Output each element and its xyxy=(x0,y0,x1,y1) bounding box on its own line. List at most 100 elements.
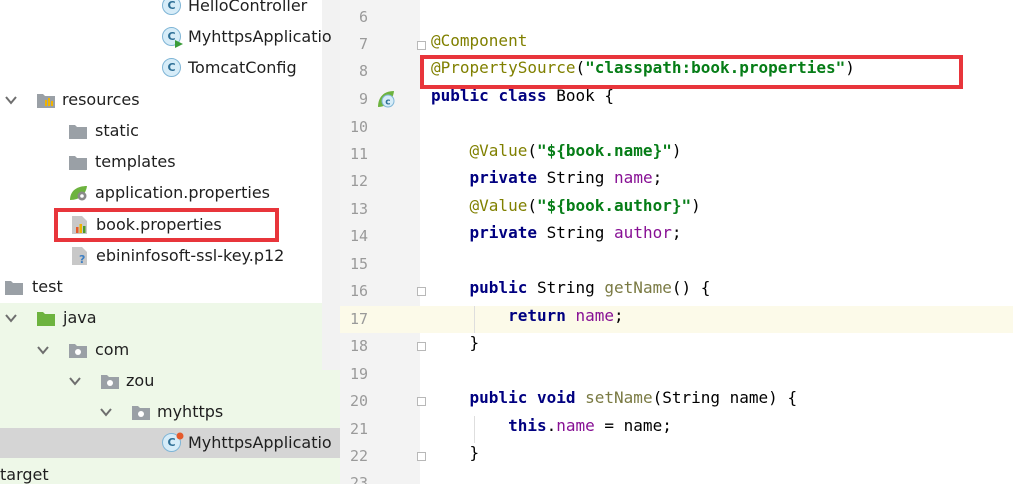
properties-file-icon xyxy=(72,216,87,234)
type-token: String xyxy=(546,168,605,187)
paren-token: ( xyxy=(527,141,537,160)
svg-text:?: ? xyxy=(79,253,85,265)
tree-item-label: static xyxy=(95,121,139,140)
tree-item-label: java xyxy=(63,308,97,327)
line-number: 7 xyxy=(358,35,368,53)
java-class-icon: C xyxy=(162,58,181,77)
brace-token: { xyxy=(604,86,615,105)
line-number: 9 xyxy=(358,90,368,108)
tree-item-static[interactable]: static xyxy=(0,117,322,145)
code-editor[interactable]: 6 7 8 9 10 11 12 13 14 15 16 17 18 19 20… xyxy=(340,0,1013,484)
tree-item-label: resources xyxy=(62,90,140,109)
string-token: "${book.author}" xyxy=(536,196,692,215)
tree-item-zou[interactable]: zou xyxy=(0,367,322,395)
test-source-folder-icon xyxy=(37,312,55,326)
chevron-down-icon[interactable] xyxy=(37,344,49,356)
fold-marker-icon[interactable] xyxy=(417,41,426,50)
semicolon-token: ; xyxy=(614,306,624,325)
tree-item-tomcat-config[interactable]: C TomcatConfig xyxy=(0,54,322,82)
string-token: "${book.name}" xyxy=(536,141,672,160)
spring-bean-gutter-icon[interactable]: c xyxy=(376,89,396,109)
tree-item-hello-controller[interactable]: C HelloController xyxy=(0,0,322,20)
line-number: 6 xyxy=(358,8,368,26)
class-name-token: Book xyxy=(556,86,595,105)
code-line-17: return name; xyxy=(431,306,624,333)
tree-item-com[interactable]: com xyxy=(0,336,322,364)
tree-item-label: HelloController xyxy=(188,0,308,15)
line-number: 23 xyxy=(349,474,368,484)
string-token: "classpath:book.properties" xyxy=(585,58,846,77)
line-number: 10 xyxy=(349,118,368,136)
semicolon-token: ; xyxy=(652,168,663,187)
code-line-22: } xyxy=(431,443,480,470)
code-line-12: private String name; xyxy=(431,168,663,195)
code-line-8: @PropertySource("classpath:book.properti… xyxy=(431,58,855,85)
annotation-token: @Value xyxy=(469,196,528,215)
chevron-down-icon[interactable] xyxy=(5,94,17,106)
code-token: () { xyxy=(671,278,711,297)
keyword-token: public xyxy=(469,388,528,407)
keyword-token: public xyxy=(469,278,528,297)
tree-item-myhttps-application-tests[interactable]: C MyhttpsApplicatio xyxy=(0,429,340,457)
field-token: name xyxy=(614,168,653,187)
tree-item-myhttps[interactable]: myhttps xyxy=(0,398,340,426)
type-token: String xyxy=(536,278,595,297)
keyword-token: private xyxy=(469,223,537,242)
tree-item-application-properties[interactable]: application.properties xyxy=(0,179,322,207)
fold-marker-icon[interactable] xyxy=(417,452,426,461)
tree-item-myhttps-application[interactable]: C MyhttpsApplicatio xyxy=(0,23,340,51)
code-line-21: this.name = name; xyxy=(431,416,672,443)
line-number: 15 xyxy=(349,255,368,273)
line-number: 22 xyxy=(349,447,368,465)
tree-item-templates[interactable]: templates xyxy=(0,148,322,176)
keyword-token: class xyxy=(498,86,547,105)
tree-item-label: application.properties xyxy=(95,183,270,202)
brace-token: } xyxy=(469,333,480,352)
tree-item-label: ebininfosoft-ssl-key.p12 xyxy=(96,246,285,265)
chevron-down-icon[interactable] xyxy=(100,406,112,418)
test-badge-icon xyxy=(176,432,184,440)
brace-token: } xyxy=(469,443,480,462)
tree-item-target[interactable]: target xyxy=(0,461,340,484)
package-icon xyxy=(69,344,87,358)
tree-item-label: com xyxy=(95,340,130,359)
field-token: name xyxy=(556,416,595,435)
line-number: 8 xyxy=(358,62,368,80)
line-number: 21 xyxy=(349,420,368,438)
fold-marker-icon[interactable] xyxy=(417,287,426,296)
folder-icon xyxy=(69,125,87,139)
keyword-token: private xyxy=(469,168,537,187)
tree-item-java[interactable]: java xyxy=(0,304,322,332)
tree-item-label: zou xyxy=(126,371,155,390)
keyword-token: this xyxy=(508,416,547,435)
tree-item-label: templates xyxy=(95,152,176,171)
keyword-token: void xyxy=(536,388,576,407)
fold-marker-icon[interactable] xyxy=(417,397,426,406)
paren-token: ( xyxy=(575,58,586,77)
code-line-14: private String author; xyxy=(431,223,682,250)
tree-item-test[interactable]: test xyxy=(0,273,322,301)
code-line-18: } xyxy=(431,333,480,360)
semicolon-token: ; xyxy=(671,223,682,242)
tree-item-book-properties[interactable]: book.properties xyxy=(0,211,322,239)
project-tree-panel: C HelloController C MyhttpsApplicatio C … xyxy=(0,0,340,484)
tree-item-ssl-key[interactable]: ? ebininfosoft-ssl-key.p12 xyxy=(0,242,322,270)
tree-item-label: book.properties xyxy=(96,215,222,234)
code-line-9: public class Book { xyxy=(431,86,614,113)
line-number: 16 xyxy=(349,282,368,300)
field-token: author xyxy=(614,223,672,242)
line-number: 19 xyxy=(349,365,368,383)
tree-item-label: TomcatConfig xyxy=(188,58,297,77)
fold-marker-icon[interactable] xyxy=(417,342,426,351)
package-icon xyxy=(132,406,150,420)
package-icon xyxy=(101,375,119,389)
tree-item-resources[interactable]: resources xyxy=(0,86,322,114)
line-number: 13 xyxy=(349,200,368,218)
folder-icon xyxy=(69,156,87,170)
tree-item-label: test xyxy=(32,277,63,296)
tree-scrollbar[interactable] xyxy=(322,0,340,370)
code-line-20: public void setName(String name) { xyxy=(431,388,798,415)
chevron-down-icon[interactable] xyxy=(5,312,17,324)
line-number: 20 xyxy=(349,392,368,410)
chevron-down-icon[interactable] xyxy=(69,375,81,387)
